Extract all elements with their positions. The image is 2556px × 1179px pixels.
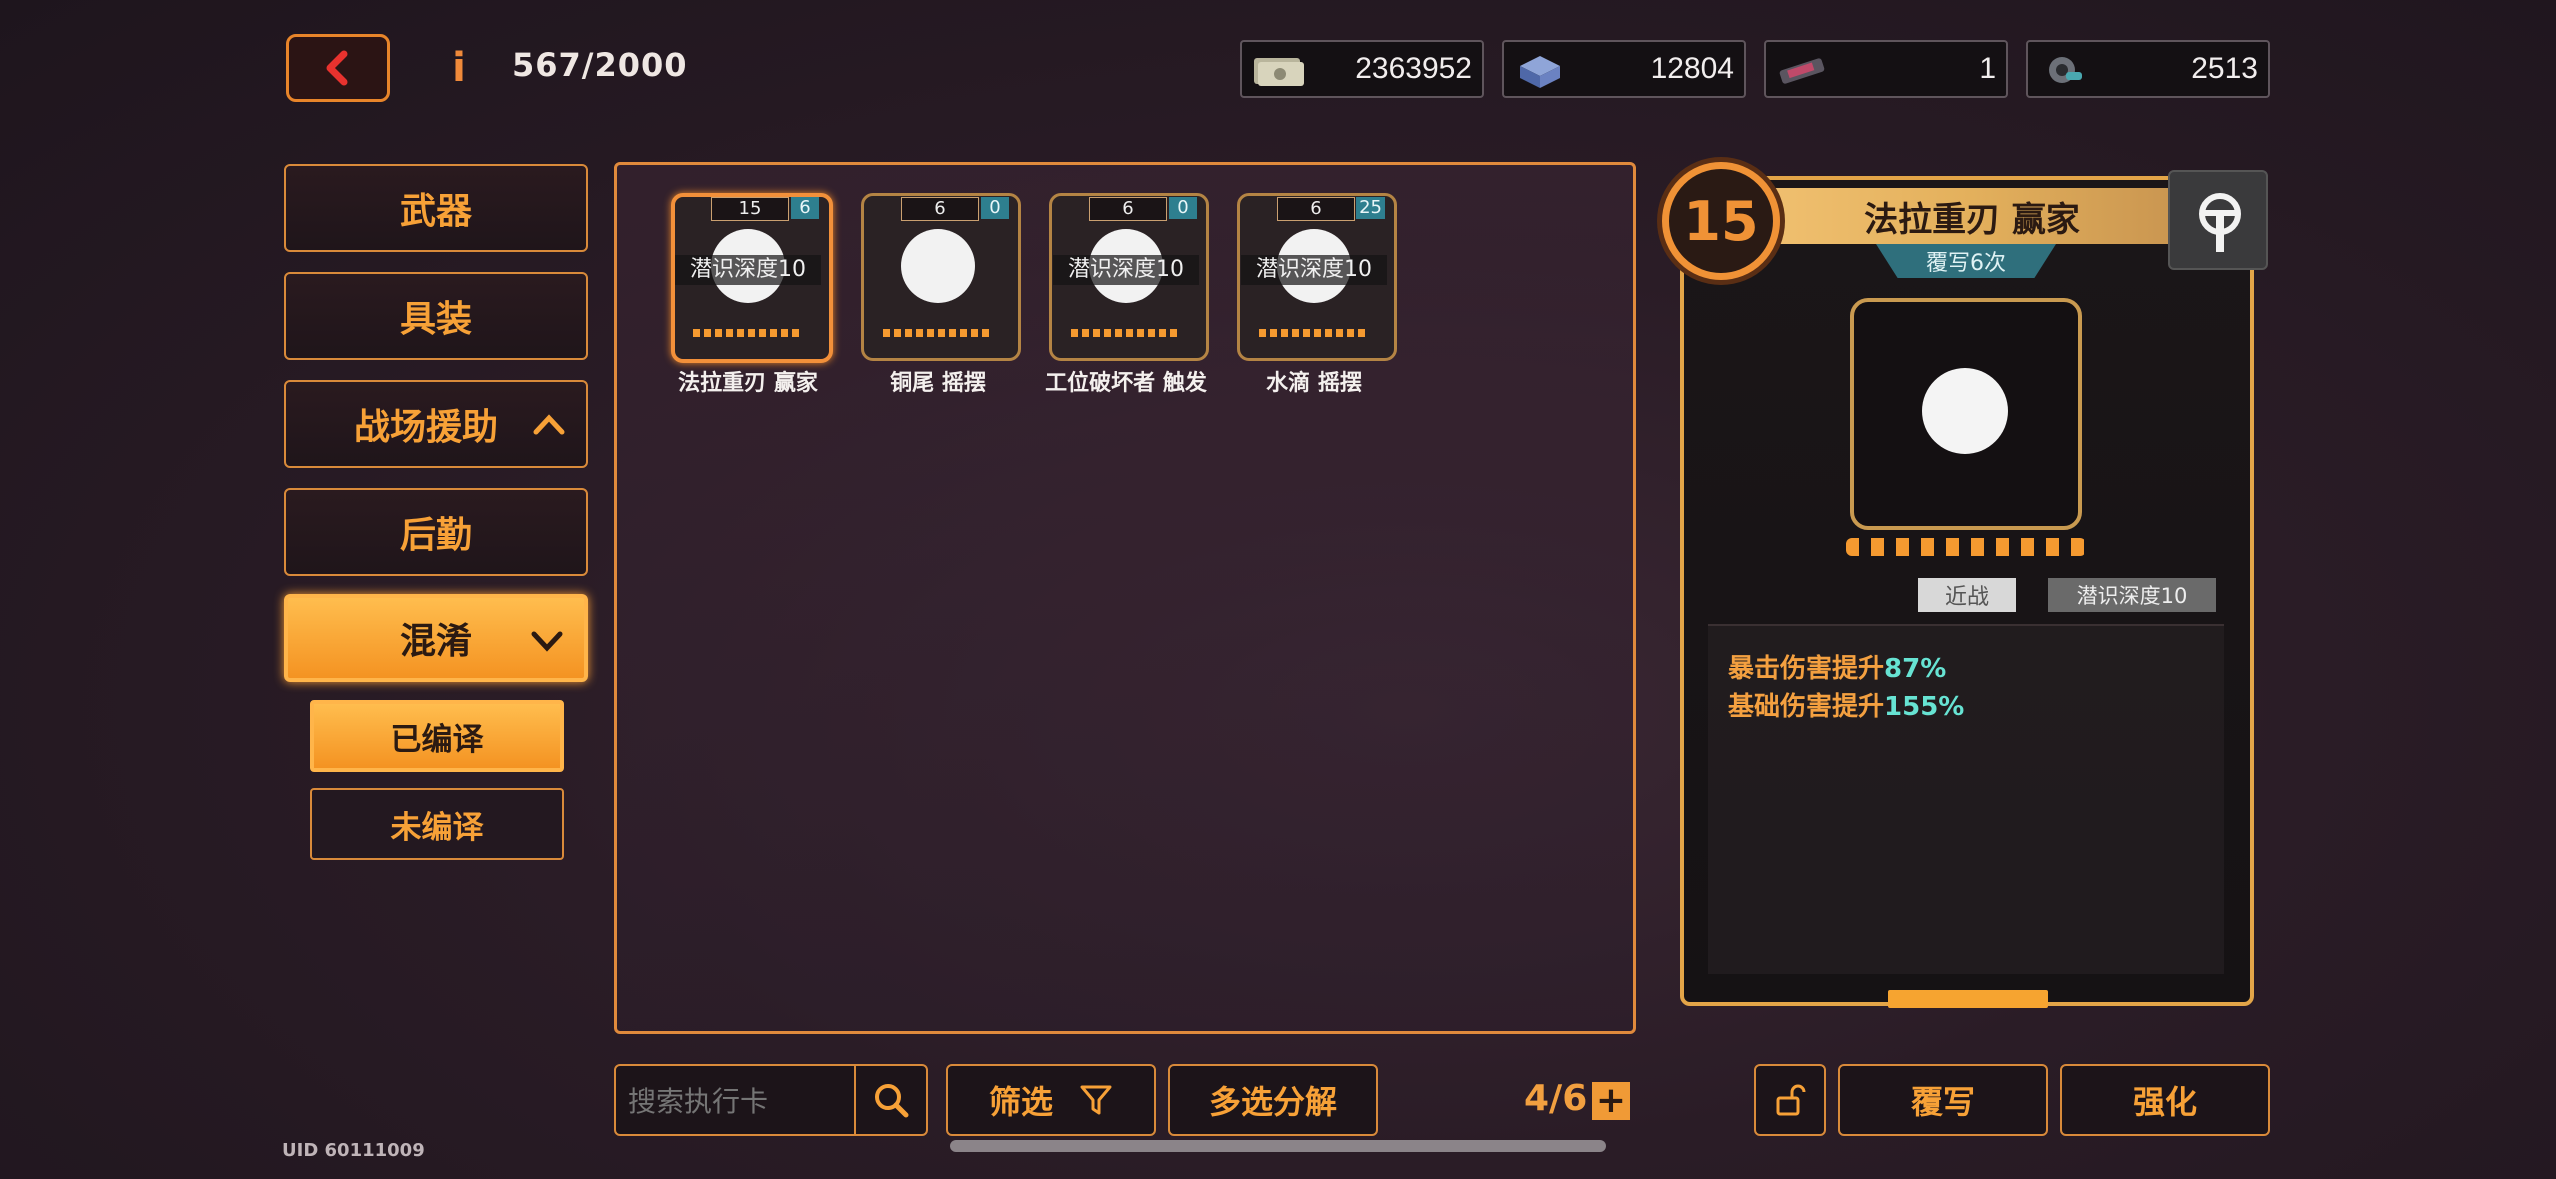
menu-label: 后勤	[399, 515, 472, 556]
lock-depth-label: 潜识深度10	[1241, 255, 1387, 285]
chevron-up-icon	[533, 414, 565, 435]
rewrite-label: 覆写	[1910, 1083, 1975, 1121]
lock-depth-label: 潜识深度10	[675, 255, 821, 285]
stats-panel: 暴击伤害提升87% 基础伤害提升155%	[1708, 624, 2224, 974]
menu-label: 混淆	[399, 621, 472, 662]
resource-value: 2363952	[1355, 52, 1472, 85]
filter-label: 筛选	[988, 1083, 1053, 1121]
card-badge: 25	[1356, 197, 1385, 219]
cash-icon	[1254, 58, 1304, 86]
search-button[interactable]	[854, 1066, 926, 1134]
type-tag: 近战	[1918, 578, 2016, 612]
filter-icon	[1080, 1085, 1112, 1115]
submenu-label: 已编译	[390, 721, 484, 758]
gear-part-icon	[2049, 57, 2082, 83]
weapon-type-icon	[2199, 193, 2241, 252]
detail-footer-bar	[1888, 990, 2048, 1008]
search-box[interactable]	[614, 1064, 928, 1136]
stat-line: 基础伤害提升155%	[1728, 686, 1964, 723]
filter-button[interactable]: 筛选	[946, 1064, 1156, 1136]
stat-value: 87%	[1884, 654, 1947, 684]
submenu-compiled[interactable]: 已编译	[310, 700, 564, 772]
moon-emblem-icon	[1922, 368, 2008, 454]
card-emblem-icon	[901, 229, 975, 303]
card-capacity: 567/2000	[512, 46, 688, 84]
card-badge: 0	[981, 197, 1009, 219]
unlock-icon	[1776, 1084, 1806, 1116]
chevron-left-icon	[326, 50, 348, 86]
page-count: 4/6	[1524, 1078, 1588, 1119]
back-button[interactable]	[286, 34, 390, 102]
plus-icon: +	[1595, 1080, 1627, 1121]
card-level: 6	[901, 197, 979, 221]
resource-gear-part: 2513	[2026, 40, 2270, 98]
menu-battlefield-support[interactable]: 战场援助	[284, 380, 588, 468]
stat-label: 暴击伤害提升	[1728, 654, 1885, 684]
card-item[interactable]: 6 0 潜识深度10 工位破坏者 触发	[1045, 193, 1209, 396]
search-icon	[875, 1084, 909, 1118]
chip-box-icon	[1520, 56, 1560, 88]
menu-label: 具装	[399, 299, 472, 340]
circuit-board-icon	[1779, 58, 1825, 84]
card-item[interactable]: 15 6 潜识深度10 法拉重刃 赢家	[671, 193, 833, 396]
card-rank-dots	[1259, 329, 1369, 337]
lock-depth-tag: 潜识深度10	[2048, 578, 2216, 612]
menu-weapons[interactable]: 武器	[284, 164, 588, 252]
card-grid-panel: 15 6 潜识深度10 法拉重刃 赢家 6 0 铜尾 摇摆 6 0 潜识深度10…	[614, 162, 1636, 1034]
lock-button[interactable]	[1754, 1064, 1826, 1136]
card-level: 15	[711, 197, 789, 221]
menu-gear[interactable]: 具装	[284, 272, 588, 360]
resource-chip-box: 12804	[1502, 40, 1746, 98]
lock-depth-label: 潜识深度10	[1053, 255, 1199, 285]
card-rank-dots	[1071, 329, 1181, 337]
menu-label: 武器	[399, 191, 472, 232]
detail-level-badge: 15	[1662, 162, 1780, 280]
multi-decompose-button[interactable]: 多选分解	[1168, 1064, 1378, 1136]
resource-circuit-board: 1	[1764, 40, 2008, 98]
enhance-label: 强化	[2132, 1083, 2197, 1121]
resource-value: 12804	[1650, 52, 1734, 85]
detail-title: 法拉重刃 赢家	[1762, 188, 2182, 244]
menu-confusion[interactable]: 混淆	[284, 594, 588, 682]
card-item[interactable]: 6 0 铜尾 摇摆	[861, 193, 1021, 396]
stat-value: 155%	[1884, 692, 1965, 722]
card-rank-dots	[693, 329, 803, 337]
submenu-label: 未编译	[390, 809, 484, 846]
card-rank-dots	[883, 329, 993, 337]
user-id: UID 60111009	[282, 1140, 425, 1161]
resource-value: 1	[1979, 52, 1996, 85]
info-icon[interactable]: i	[440, 45, 478, 91]
card-badge: 6	[791, 197, 819, 219]
resource-value: 2513	[2191, 52, 2258, 85]
card-level: 6	[1277, 197, 1355, 221]
menu-label: 战场援助	[353, 407, 498, 448]
chevron-down-icon	[531, 631, 563, 652]
expand-slots-button[interactable]: +	[1592, 1082, 1630, 1120]
card-name: 工位破坏者 触发	[1045, 371, 1207, 396]
rewrite-count-badge: 覆写6次	[1876, 244, 2056, 278]
rewrite-button[interactable]: 覆写	[1838, 1064, 2048, 1136]
lock-toggle-button[interactable]	[2168, 170, 2268, 270]
multi-decompose-label: 多选分解	[1208, 1083, 1337, 1121]
menu-logistics[interactable]: 后勤	[284, 488, 588, 576]
card-badge: 0	[1169, 197, 1197, 219]
submenu-uncompiled[interactable]: 未编译	[310, 788, 564, 860]
detail-rank-dots	[1846, 538, 2086, 556]
card-name: 水滴 摇摆	[1266, 371, 1362, 396]
card-name: 铜尾 摇摆	[890, 371, 986, 396]
stat-line: 暴击伤害提升87%	[1728, 648, 1946, 685]
card-item[interactable]: 6 25 潜识深度10 水滴 摇摆	[1237, 193, 1397, 396]
resource-cash: 2363952	[1240, 40, 1484, 98]
card-level: 6	[1089, 197, 1167, 221]
home-indicator[interactable]	[950, 1140, 1606, 1152]
search-input[interactable]	[626, 1080, 852, 1122]
card-name: 法拉重刃 赢家	[678, 371, 818, 396]
enhance-button[interactable]: 强化	[2060, 1064, 2270, 1136]
stat-label: 基础伤害提升	[1728, 692, 1885, 722]
